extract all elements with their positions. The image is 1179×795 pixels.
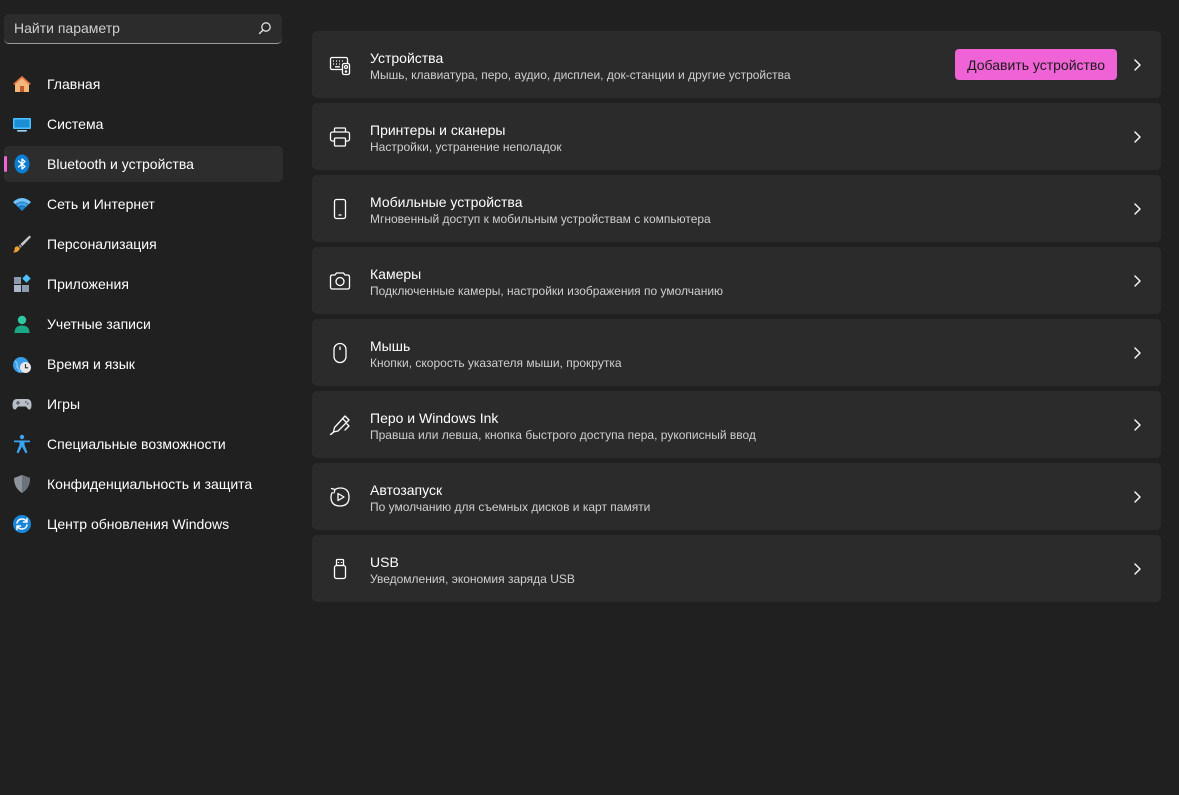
add-device-button[interactable]: Добавить устройство: [955, 49, 1117, 80]
card-title: Мышь: [370, 338, 411, 354]
printer-icon: [329, 127, 351, 147]
card-printers-scanners[interactable]: Принтеры и сканеры Настройки, устранение…: [312, 103, 1161, 170]
update-icon: [13, 515, 31, 533]
phone-icon: [333, 198, 347, 220]
sidebar-item-label: Главная: [47, 76, 101, 92]
card-subtitle: По умолчанию для съемных дисков и карт п…: [370, 500, 651, 514]
main-content: Устройства Мышь, клавиатура, перо, аудио…: [312, 31, 1161, 607]
sidebar-item-windows-update[interactable]: Центр обновления Windows: [4, 506, 283, 542]
sidebar-item-label: Игры: [47, 396, 81, 412]
chevron-right-icon[interactable]: [1131, 274, 1143, 288]
sidebar-item-label: Время и язык: [47, 356, 135, 372]
card-cameras[interactable]: Камеры Подключенные камеры, настройки из…: [312, 247, 1161, 314]
card-subtitle: Настройки, устранение неполадок: [370, 140, 562, 154]
card-subtitle: Мышь, клавиатура, перо, аудио, дисплеи, …: [370, 68, 791, 82]
card-subtitle: Подключенные камеры, настройки изображен…: [370, 284, 724, 298]
card-subtitle: Кнопки, скорость указателя мыши, прокрут…: [370, 356, 622, 370]
card-devices[interactable]: Устройства Мышь, клавиатура, перо, аудио…: [312, 31, 1161, 98]
card-title: Устройства: [370, 50, 444, 66]
sidebar-item-privacy[interactable]: Конфиденциальность и защита: [4, 466, 283, 502]
camera-icon: [329, 272, 351, 290]
sidebar-nav: Главная Система Bluetooth и устройства С…: [4, 66, 283, 546]
sidebar-item-bluetooth-devices[interactable]: Bluetooth и устройства: [4, 146, 283, 182]
chevron-right-icon[interactable]: [1131, 490, 1143, 504]
search-icon[interactable]: [258, 21, 272, 35]
brush-icon: [13, 235, 31, 253]
sidebar-item-time-language[interactable]: Время и язык: [4, 346, 283, 382]
card-mobile-devices[interactable]: Мобильные устройства Мгновенный доступ к…: [312, 175, 1161, 242]
bluetooth-icon: [14, 154, 30, 174]
card-usb[interactable]: USB Уведомления, экономия заряда USB: [312, 535, 1161, 602]
devices-icon: [329, 56, 351, 76]
sidebar-item-label: Центр обновления Windows: [47, 516, 230, 532]
monitor-icon: [13, 118, 31, 132]
chevron-right-icon[interactable]: [1131, 418, 1143, 432]
sidebar-item-network[interactable]: Сеть и Интернет: [4, 186, 283, 222]
settings-window: Главная Система Bluetooth и устройства: [0, 0, 1179, 795]
card-title: Мобильные устройства: [370, 194, 523, 210]
card-title: Перо и Windows Ink: [370, 410, 499, 426]
sidebar-item-personalization[interactable]: Персонализация: [4, 226, 283, 262]
sidebar-item-accessibility[interactable]: Специальные возможности: [4, 426, 283, 462]
chevron-right-icon[interactable]: [1131, 562, 1143, 576]
sidebar-item-label: Приложения: [47, 276, 129, 292]
chevron-right-icon[interactable]: [1131, 130, 1143, 144]
chevron-right-icon[interactable]: [1131, 346, 1143, 360]
card-autoplay[interactable]: Автозапуск По умолчанию для съемных диск…: [312, 463, 1161, 530]
accessibility-icon: [14, 434, 30, 454]
card-pen-windows-ink[interactable]: Перо и Windows Ink Правша или левша, кно…: [312, 391, 1161, 458]
apps-icon: [14, 274, 31, 292]
sidebar-item-accounts[interactable]: Учетные записи: [4, 306, 283, 342]
sidebar-item-label: Сеть и Интернет: [47, 196, 155, 212]
sidebar-item-label: Персонализация: [47, 236, 157, 252]
sidebar-item-label: Система: [47, 116, 104, 132]
home-icon: [13, 76, 31, 92]
sidebar-item-label: Специальные возможности: [47, 436, 226, 452]
sidebar-item-home[interactable]: Главная: [4, 66, 283, 102]
shield-icon: [14, 475, 30, 493]
gamepad-icon: [12, 399, 32, 410]
card-title: Камеры: [370, 266, 422, 282]
account-icon: [14, 315, 30, 333]
usb-icon: [333, 558, 347, 580]
card-subtitle: Правша или левша, кнопка быстрого доступ…: [370, 428, 756, 442]
sidebar-item-apps[interactable]: Приложения: [4, 266, 283, 302]
search-input[interactable]: [4, 14, 254, 42]
card-title: USB: [370, 554, 399, 570]
chevron-right-icon[interactable]: [1131, 202, 1143, 216]
pen-icon: [329, 415, 350, 436]
wifi-icon: [13, 198, 31, 211]
sidebar: Главная Система Bluetooth и устройства: [0, 0, 290, 795]
sidebar-item-label: Конфиденциальность и защита: [47, 476, 253, 492]
clock-globe-icon: [13, 357, 31, 373]
card-title: Автозапуск: [370, 482, 443, 498]
autoplay-icon: [330, 487, 350, 507]
active-indicator: [4, 156, 7, 172]
chevron-right-icon[interactable]: [1131, 58, 1143, 72]
sidebar-item-system[interactable]: Система: [4, 106, 283, 142]
sidebar-item-label: Bluetooth и устройства: [47, 156, 194, 172]
mouse-icon: [333, 342, 347, 364]
card-subtitle: Уведомления, экономия заряда USB: [370, 572, 575, 586]
sidebar-item-gaming[interactable]: Игры: [4, 386, 283, 422]
search-box[interactable]: [4, 14, 282, 44]
card-title: Принтеры и сканеры: [370, 122, 506, 138]
card-subtitle: Мгновенный доступ к мобильным устройства…: [370, 212, 711, 226]
sidebar-item-label: Учетные записи: [47, 316, 151, 332]
card-mouse[interactable]: Мышь Кнопки, скорость указателя мыши, пр…: [312, 319, 1161, 386]
